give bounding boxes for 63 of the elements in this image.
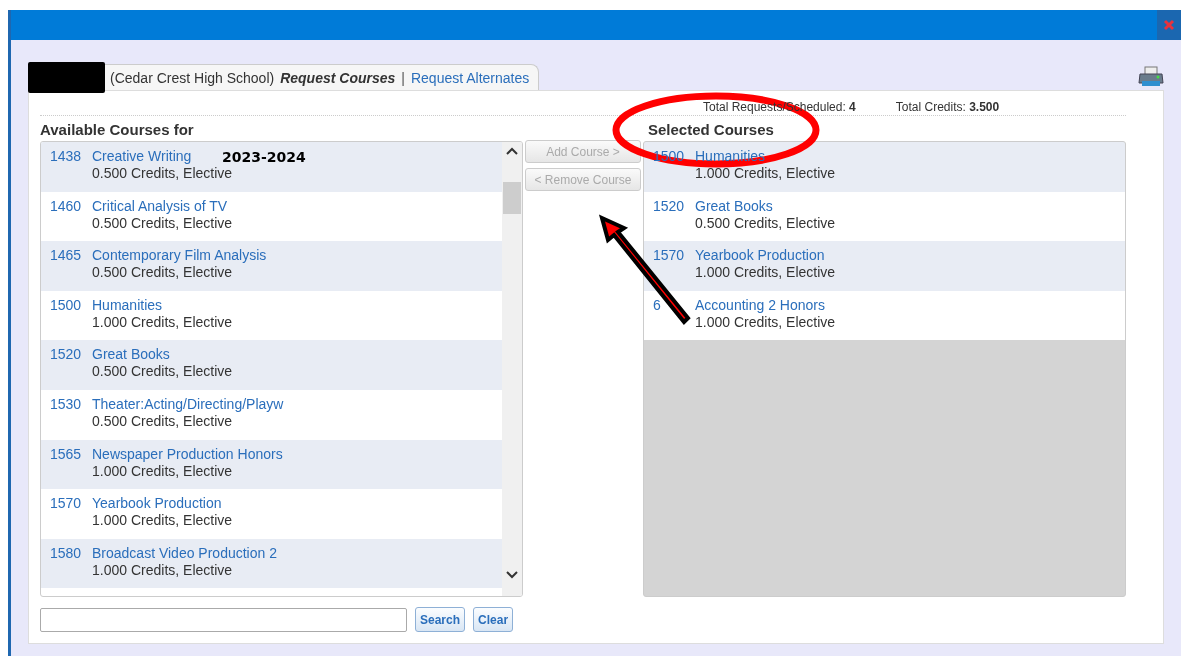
course-code: 1520: [50, 346, 82, 364]
tab-separator: |: [401, 69, 405, 86]
year-label: 2023-2024: [222, 149, 306, 165]
course-details: 1.000 Credits, Elective: [92, 561, 233, 579]
course-row[interactable]: 1580 Broadcast Video Production 2 1.000 Credits, Elective: [41, 538, 502, 589]
course-row[interactable]: 1520 Great Books 0.500 Credits, Elective: [644, 191, 1125, 242]
selected-heading: Selected Courses: [648, 121, 774, 138]
course-details: 0.500 Credits, Elective: [92, 412, 233, 430]
close-icon: [1163, 19, 1175, 31]
course-details: 1.000 Credits, Elective: [695, 165, 836, 182]
course-row[interactable]: 1565 Newspaper Production Honors 1.000 Credits, Elective: [41, 439, 502, 490]
course-name: Great Books: [695, 197, 773, 215]
course-name: Contemporary Film Analysis: [92, 247, 267, 265]
course-code: 1580: [50, 544, 82, 562]
course-name: Yearbook Production: [695, 247, 825, 265]
course-details: 1.000 Credits, Elective: [92, 313, 233, 331]
course-name: Broadcast Video Production 2: [92, 544, 277, 562]
search-field[interactable]: [40, 607, 407, 632]
course-code: 1500: [50, 296, 82, 314]
course-details: 0.500 Credits, Elective: [92, 363, 233, 381]
school-name: (Cedar Crest High School): [110, 69, 275, 86]
course-name: Critical Analysis of TV: [92, 197, 228, 215]
course-name: Great Books: [92, 346, 170, 364]
course-row[interactable]: 1465 Contemporary Film Analysis 0.500 Credits, Elective: [41, 241, 502, 291]
course-code: 1520: [653, 197, 685, 215]
course-code: 1570: [653, 247, 685, 265]
course-name: Creative Writing: [92, 148, 192, 165]
course-name: Accounting 2 Honors: [695, 296, 825, 314]
total-label: Total Credits: 3.500: [895, 100, 1000, 114]
scroll-up-icon[interactable]: [505, 146, 519, 156]
course-name: Theater:Acting/Directing/Playw: [92, 395, 284, 413]
course-code: 1570: [50, 495, 82, 513]
course-code: 1460: [50, 197, 82, 215]
scroll-down-icon[interactable]: [505, 570, 519, 580]
course-code: 1438: [50, 148, 82, 165]
course-details: 1.000 Credits, Elective: [695, 264, 836, 282]
course-details: 1.000 Credits, Elective: [695, 313, 836, 331]
course-details: 0.500 Credits, Elective: [92, 165, 233, 182]
course-name: Yearbook Production: [92, 495, 222, 513]
course-details: 1.000 Credits, Elective: [92, 462, 233, 480]
available-heading: Available Courses for: [40, 121, 194, 138]
course-details: 0.500 Credits, Elective: [92, 264, 233, 282]
course-row[interactable]: 1520 Great Books 0.500 Credits, Elective: [41, 340, 502, 390]
course-code: 6: [653, 296, 661, 314]
printer-icon[interactable]: [1138, 66, 1164, 88]
request-courses-tab[interactable]: Request Courses: [280, 69, 396, 86]
course-details: 1.000 Credits, Elective: [92, 512, 233, 530]
search-button[interactable]: Search: [415, 607, 466, 632]
course-code: 1565: [50, 445, 82, 463]
close-button[interactable]: [1157, 10, 1181, 40]
course-name: Humanities: [92, 296, 163, 314]
request-alternates-link[interactable]: Request Alternates: [410, 69, 530, 86]
course-code: 1465: [50, 247, 82, 265]
course-row[interactable]: 1570 Yearbook Production 1.000 Credits, Elective: [644, 241, 1125, 291]
course-name: Humanities: [695, 148, 766, 165]
scrollbar[interactable]: [502, 142, 522, 596]
course-row[interactable]: 6 Accounting 2 Honors 1.000 Credits, Elective: [644, 290, 1125, 341]
clear-button[interactable]: Clear: [473, 607, 514, 632]
scroll-thumb[interactable]: [503, 182, 521, 214]
course-details: 0.500 Credits, Elective: [695, 214, 836, 232]
course-details: 0.500 Credits, Elective: [92, 214, 233, 232]
course-code: 1530: [50, 395, 82, 413]
course-name: Newspaper Production Honors: [92, 445, 283, 463]
